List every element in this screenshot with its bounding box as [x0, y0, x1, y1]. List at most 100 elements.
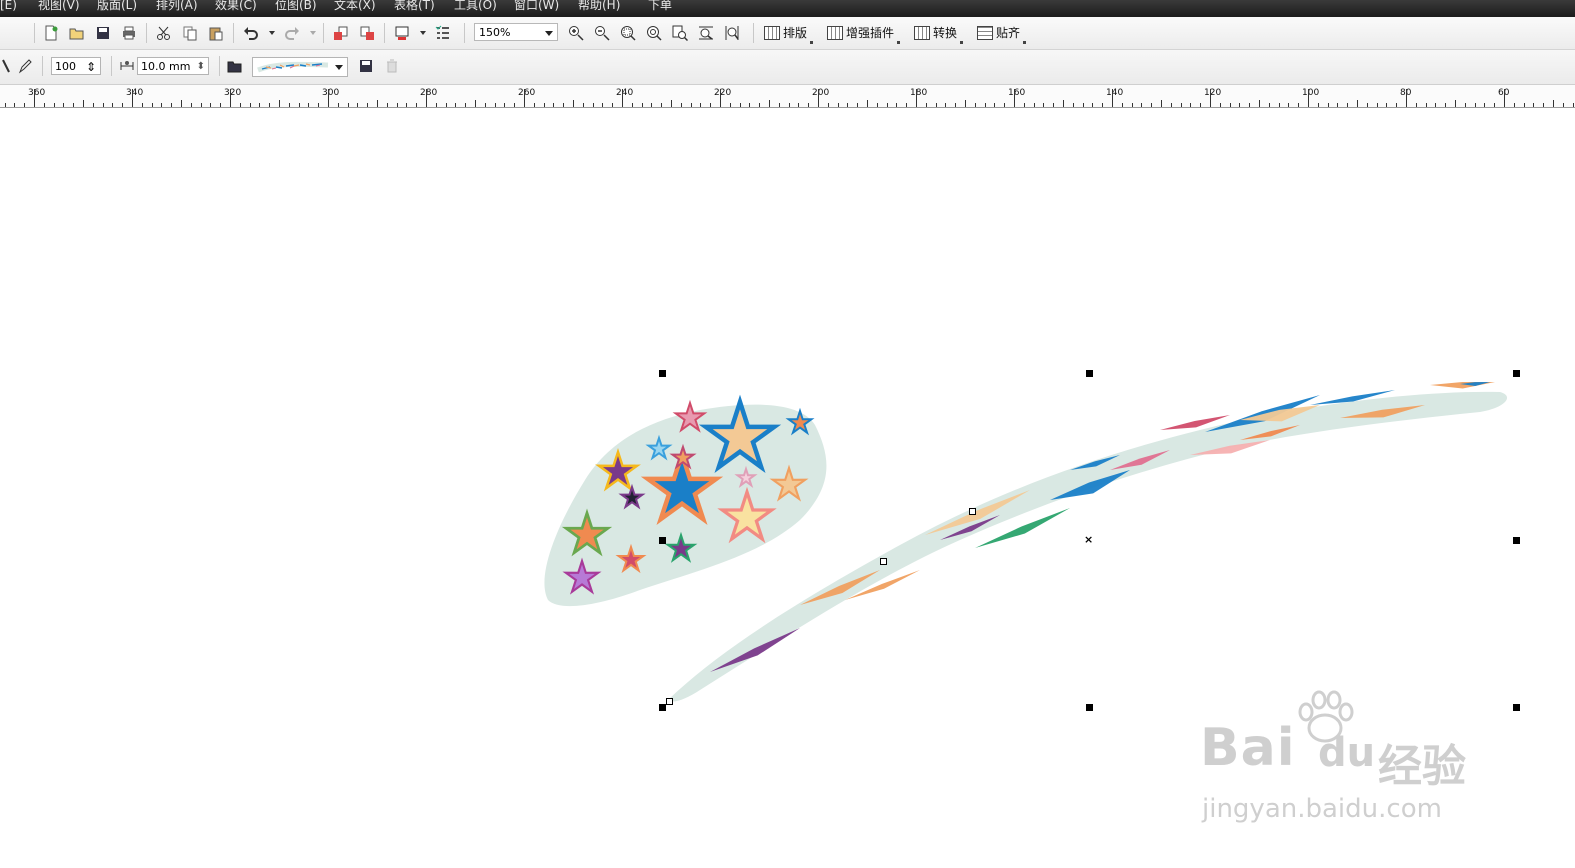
ruler-tick: [818, 89, 819, 107]
menu-item-effects[interactable]: 效果(C): [215, 0, 257, 11]
ruler-tick: [1083, 103, 1084, 107]
path-node[interactable]: [880, 558, 887, 565]
path-node[interactable]: [666, 698, 673, 705]
path-node[interactable]: [969, 508, 976, 515]
app-launcher-icon[interactable]: [393, 24, 411, 42]
selection-handle[interactable]: [1086, 704, 1093, 711]
menu-item-help[interactable]: 帮助(H): [578, 0, 620, 11]
spraylist-preview-icon: [257, 61, 329, 73]
ruler-tick: [1435, 103, 1436, 107]
ruler-tick: [1543, 103, 1544, 107]
selection-handle[interactable]: [1513, 537, 1520, 544]
options-icon[interactable]: [434, 24, 452, 42]
undo-dropdown-arrow[interactable]: [269, 31, 275, 35]
ruler-tick: [573, 100, 574, 107]
ruler-tick: [612, 103, 613, 107]
ruler-tick: [1112, 89, 1113, 107]
spacing-input[interactable]: 10.0 mm ⬍: [137, 57, 209, 75]
zoom-width-icon[interactable]: [697, 24, 715, 42]
spraylist-select[interactable]: [252, 57, 348, 77]
delete-icon[interactable]: [383, 57, 401, 75]
zoom-in-icon[interactable]: [567, 24, 585, 42]
spray-icon[interactable]: [0, 57, 12, 75]
save-icon[interactable]: [94, 24, 112, 42]
zoom-page-icon[interactable]: [671, 24, 689, 42]
ruler-tick: [1043, 103, 1044, 107]
plugin-convert-button[interactable]: 转换: [914, 24, 964, 44]
ruler-tick: [191, 103, 192, 107]
ruler-tick: [465, 103, 466, 107]
ruler-tick: [1475, 103, 1476, 107]
ruler-tick: [504, 103, 505, 107]
horizontal-ruler[interactable]: 360 340 320 300 280 260 240 220 200 180 160 140 120 1…: [0, 85, 1575, 108]
selection-handle[interactable]: [1513, 704, 1520, 711]
ruler-label: 360: [28, 88, 46, 98]
menu-item-text[interactable]: 文本(X): [334, 0, 376, 11]
save-spraylist-icon[interactable]: [357, 57, 375, 75]
drawing-canvas[interactable]: × Bai du 经验 jingyan.baidu.com: [0, 108, 1575, 868]
ruler-tick: [1210, 89, 1211, 107]
ruler-tick: [112, 103, 113, 107]
menu-item-tools[interactable]: 工具(O): [454, 0, 497, 11]
ruler-tick: [416, 103, 417, 107]
size-input[interactable]: 100 ⇕: [51, 57, 101, 75]
ruler-tick: [93, 103, 94, 107]
ruler-tick: [1102, 103, 1103, 107]
selection-handle[interactable]: [1513, 370, 1520, 377]
menu-item-layout[interactable]: 版面(L): [97, 0, 137, 11]
ruler-tick: [534, 103, 535, 107]
toolbar-separator: [753, 23, 754, 43]
new-doc-icon[interactable]: [42, 24, 60, 42]
redo-dropdown-arrow[interactable]: [310, 31, 316, 35]
export-icon[interactable]: [358, 24, 376, 42]
copy-icon[interactable]: [181, 24, 199, 42]
zoom-height-icon[interactable]: [723, 24, 741, 42]
selection-handle[interactable]: [659, 537, 666, 544]
ruler-tick: [24, 103, 25, 107]
print-icon[interactable]: [120, 24, 138, 42]
ruler-tick: [495, 103, 496, 107]
ruler-tick: [1308, 89, 1309, 107]
toolbar-separator: [233, 23, 234, 43]
selection-handle[interactable]: [1086, 370, 1093, 377]
menu-item-order[interactable]: 下单: [648, 0, 672, 11]
property-bar: 100 ⇕ 10.0 mm ⬍: [0, 50, 1575, 85]
pen-tool-icon[interactable]: [16, 57, 34, 75]
ruler-tick: [328, 89, 329, 107]
watermark-url: jingyan.baidu.com: [1202, 794, 1442, 824]
selection-handle[interactable]: [659, 370, 666, 377]
ruler-tick: [1063, 100, 1064, 107]
app-launcher-dropdown-arrow[interactable]: [420, 31, 426, 35]
zoom-all-icon[interactable]: [645, 24, 663, 42]
import-icon[interactable]: [332, 24, 350, 42]
plugin-layout-button[interactable]: 排版: [764, 24, 814, 44]
toolbar-separator: [146, 23, 147, 43]
menu-item-window[interactable]: 窗口(W): [514, 0, 559, 11]
menu-item-bitmaps[interactable]: 位图(B): [275, 0, 317, 11]
zoom-selected-icon[interactable]: [619, 24, 637, 42]
size-value: 100: [55, 60, 76, 73]
zoom-out-icon[interactable]: [593, 24, 611, 42]
ruler-tick: [1269, 103, 1270, 107]
cut-icon[interactable]: [155, 24, 173, 42]
plugin-snap-button[interactable]: 贴齐: [977, 24, 1027, 44]
menu-item-view[interactable]: 视图(V): [38, 0, 80, 11]
ruler-tick: [1455, 100, 1456, 107]
menu-item-arrange[interactable]: 排列(A): [156, 0, 198, 11]
folder-icon[interactable]: [226, 57, 244, 75]
redo-icon[interactable]: [283, 24, 301, 42]
ruler-tick: [789, 103, 790, 107]
center-marker-icon[interactable]: ×: [1084, 534, 1093, 545]
ruler-tick: [397, 103, 398, 107]
zoom-level-select[interactable]: 150%: [474, 23, 558, 41]
selection-handle[interactable]: [659, 704, 666, 711]
undo-icon[interactable]: [242, 24, 260, 42]
menu-item-edit[interactable]: [E): [0, 0, 17, 11]
spinner-icon[interactable]: ⇕: [86, 58, 96, 76]
ruler-tick: [1504, 89, 1505, 107]
spinner-icon[interactable]: ⬍: [197, 58, 205, 76]
paste-icon[interactable]: [207, 24, 225, 42]
menu-item-table[interactable]: 表格(T): [394, 0, 435, 11]
plugin-enhance-button[interactable]: 增强插件: [827, 24, 901, 44]
open-icon[interactable]: [68, 24, 86, 42]
